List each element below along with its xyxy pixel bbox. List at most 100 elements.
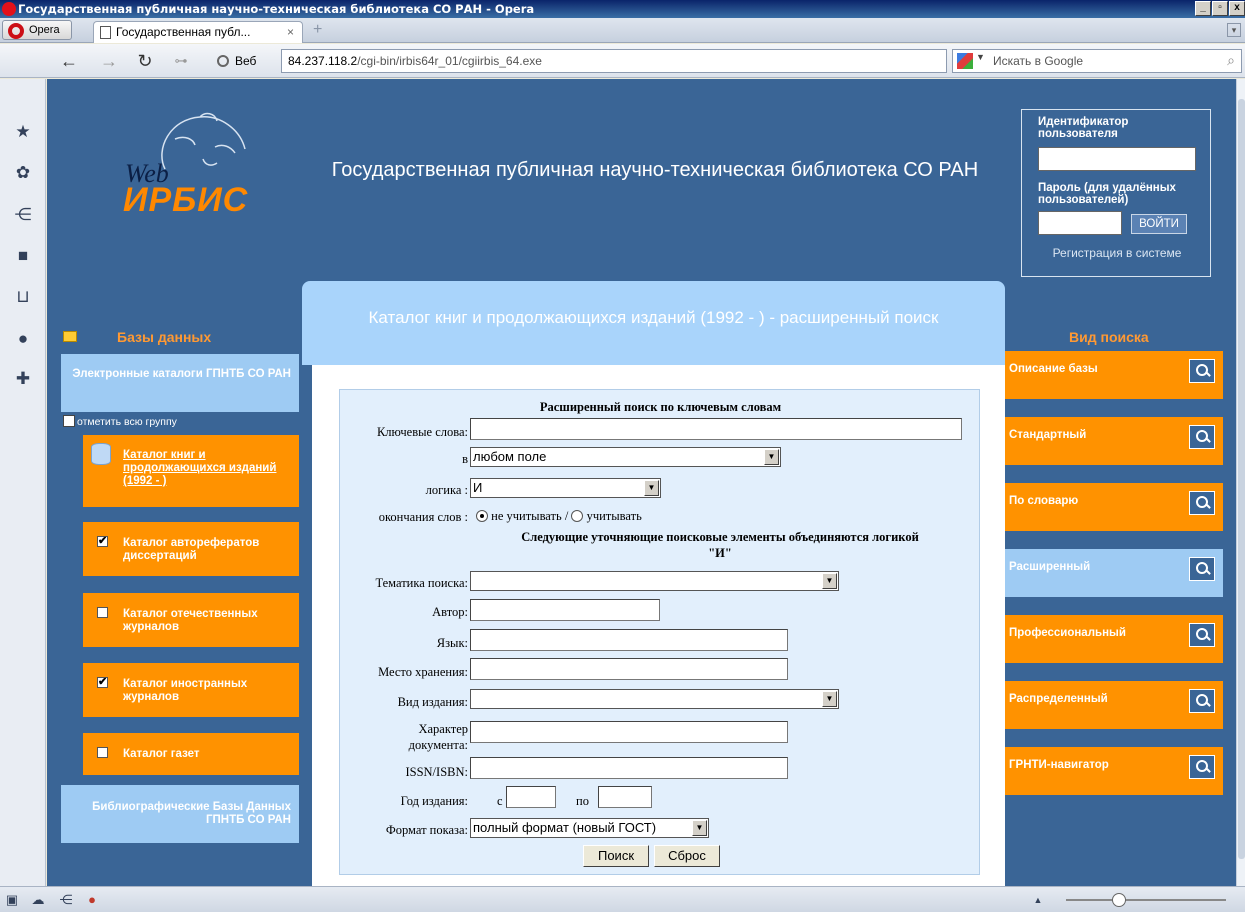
keywords-label: Ключевые слова: (376, 425, 468, 439)
web-page: Web ИРБИС Государственная публичная науч… (47, 79, 1236, 886)
key-icon[interactable]: ⊶ (170, 50, 192, 72)
advanced-search-form: Расширенный поиск по ключевым словам Клю… (339, 389, 980, 875)
logic-select[interactable]: И ▼ (470, 478, 661, 498)
bibliographic-databases-tab[interactable]: Библиографические Базы Данных ГПНТБ СО Р… (61, 785, 299, 843)
reset-button[interactable]: Сброс (654, 845, 720, 867)
endings-consider-label: учитывать (586, 509, 642, 523)
reload-icon[interactable]: ↻ (134, 50, 156, 72)
year-from-input[interactable] (506, 786, 556, 808)
keywords-input[interactable] (470, 418, 962, 440)
search-type-standard[interactable]: Стандартный (1005, 417, 1223, 465)
add-panel-icon[interactable]: ✚ (13, 369, 33, 389)
widgets-gear-icon[interactable]: ✿ (13, 163, 33, 183)
catalog-domestic-journals[interactable]: Каталог отечественных журналов (83, 593, 299, 647)
search-type-grnti[interactable]: ГРНТИ-навигатор (1005, 747, 1223, 795)
search-type-label: Расширенный (1009, 561, 1091, 573)
refine-logic: "И" (708, 546, 732, 560)
year-label: Год издания: (400, 794, 468, 808)
search-button[interactable]: Поиск (583, 845, 649, 867)
address-field[interactable]: 84.237.118.2/cgi-bin/irbis64r_01/cgiirbi… (281, 49, 947, 73)
catalog-abstracts-checkbox[interactable]: ✔ (97, 536, 108, 547)
view-up-icon[interactable]: ▲ (1030, 892, 1046, 908)
in-label: в (462, 452, 468, 466)
tab-list-icon[interactable]: ▾ (1227, 23, 1241, 37)
year-to-input[interactable] (598, 786, 652, 808)
search-type-distributed[interactable]: Распределенный (1005, 681, 1223, 729)
mark-all-group[interactable]: отметить всю группу (63, 415, 177, 428)
user-id-input[interactable] (1038, 147, 1196, 171)
notes-icon[interactable]: ■ (13, 246, 33, 266)
edition-type-label: Вид издания: (397, 695, 468, 709)
catalog-books-link[interactable]: Каталог книг и продолжающихся изданий (1… (123, 449, 293, 488)
opera-menu-button[interactable]: Opera (2, 20, 72, 40)
in-field-select[interactable]: любом поле ▼ (470, 447, 781, 467)
format-select[interactable]: полный формат (новый ГОСТ) ▼ (470, 818, 709, 838)
endings-consider-radio[interactable] (571, 510, 584, 522)
web-irbis-logo[interactable]: Web ИРБИС (85, 109, 255, 229)
search-type-dictionary[interactable]: По словарю (1005, 483, 1223, 531)
language-input[interactable] (470, 629, 788, 651)
doc-character-input[interactable] (470, 721, 788, 743)
chevron-down-icon: ▼ (764, 449, 779, 465)
search-type-description[interactable]: Описание базы (1005, 351, 1223, 399)
status-bar: ▣ ☁ ⋲ ● ▲ (0, 886, 1245, 912)
catalog-books[interactable]: Каталог книг и продолжающихся изданий (1… (83, 435, 299, 507)
page-icon (100, 26, 111, 39)
search-type-label: Описание базы (1009, 363, 1098, 375)
catalog-domestic-journals-checkbox[interactable] (97, 607, 108, 618)
catalog-foreign-journals[interactable]: ✔ Каталог иностранных журналов (83, 663, 299, 717)
issn-input[interactable] (470, 757, 788, 779)
maximize-button[interactable]: ▫ (1212, 1, 1228, 16)
unite-status-icon[interactable]: ⋲ (58, 892, 74, 908)
google-icon[interactable] (957, 53, 973, 69)
electronic-catalogs-tab[interactable]: Электронные каталоги ГПНТБ СО РАН (61, 354, 299, 412)
format-label: Формат показа: (385, 823, 468, 837)
catalog-foreign-journals-checkbox[interactable]: ✔ (97, 677, 108, 688)
logo-irbis-text: ИРБИС (123, 181, 249, 219)
unite-icon[interactable]: ⋲ (13, 205, 33, 225)
page-scrollbar[interactable] (1236, 79, 1245, 886)
search-icon (1189, 557, 1215, 581)
chevron-down-icon: ▼ (644, 480, 659, 496)
search-type-advanced[interactable]: Расширенный (1005, 549, 1223, 597)
storage-input[interactable] (470, 658, 788, 680)
chevron-down-icon: ▼ (692, 820, 707, 836)
downloads-icon[interactable]: ⊔ (13, 287, 33, 307)
login-button[interactable]: ВОЙТИ (1131, 214, 1187, 234)
globe-icon (217, 55, 229, 67)
search-icon[interactable]: ⌕ (1227, 52, 1235, 69)
close-window-button[interactable]: x (1229, 1, 1245, 16)
endings-ignore-radio[interactable] (476, 510, 488, 522)
search-engine-dropdown-icon[interactable]: ▼ (976, 52, 985, 62)
zoom-slider[interactable] (1066, 893, 1226, 907)
catalog-body: Расширенный поиск по ключевым словам Клю… (312, 365, 1005, 886)
new-tab-button[interactable]: + (313, 22, 329, 39)
panel-toggle-icon[interactable]: ▣ (4, 892, 20, 908)
register-link[interactable]: Регистрация в системе (1022, 246, 1212, 260)
bookmarks-star-icon[interactable]: ★ (13, 122, 33, 142)
navigation-bar: ← → ↻ ⊶ Веб 84.237.118.2/cgi-bin/irbis64… (0, 44, 1245, 78)
catalog-newspapers-checkbox[interactable] (97, 747, 108, 758)
zoom-slider-knob[interactable] (1112, 893, 1126, 907)
edition-type-select[interactable]: ▼ (470, 689, 839, 709)
search-type-professional[interactable]: Профессиональный (1005, 615, 1223, 663)
password-input[interactable] (1038, 211, 1122, 235)
web-badge[interactable]: Веб (217, 50, 256, 72)
forward-icon[interactable]: → (98, 50, 120, 72)
scrollbar-thumb[interactable] (1238, 99, 1245, 859)
turbo-icon[interactable]: ● (84, 892, 100, 908)
tab-close-icon[interactable]: × (287, 22, 294, 42)
cloud-icon[interactable]: ☁ (30, 892, 46, 908)
search-field[interactable]: ▼ Искать в Google ⌕ (952, 49, 1242, 73)
mark-all-label: отметить всю группу (77, 416, 177, 428)
catalog-abstracts[interactable]: ✔ Каталог авторефератов диссертаций (83, 522, 299, 576)
author-input[interactable] (470, 599, 660, 621)
minimize-button[interactable]: _ (1195, 1, 1211, 16)
history-clock-icon[interactable]: ● (13, 329, 33, 349)
url-host: 84.237.118.2 (288, 54, 358, 68)
mark-all-checkbox[interactable] (63, 415, 75, 427)
topic-select[interactable]: ▼ (470, 571, 839, 591)
catalog-newspapers[interactable]: Каталог газет (83, 733, 299, 775)
tab-active[interactable]: Государственная публ... × (93, 21, 303, 43)
back-icon[interactable]: ← (58, 50, 80, 72)
